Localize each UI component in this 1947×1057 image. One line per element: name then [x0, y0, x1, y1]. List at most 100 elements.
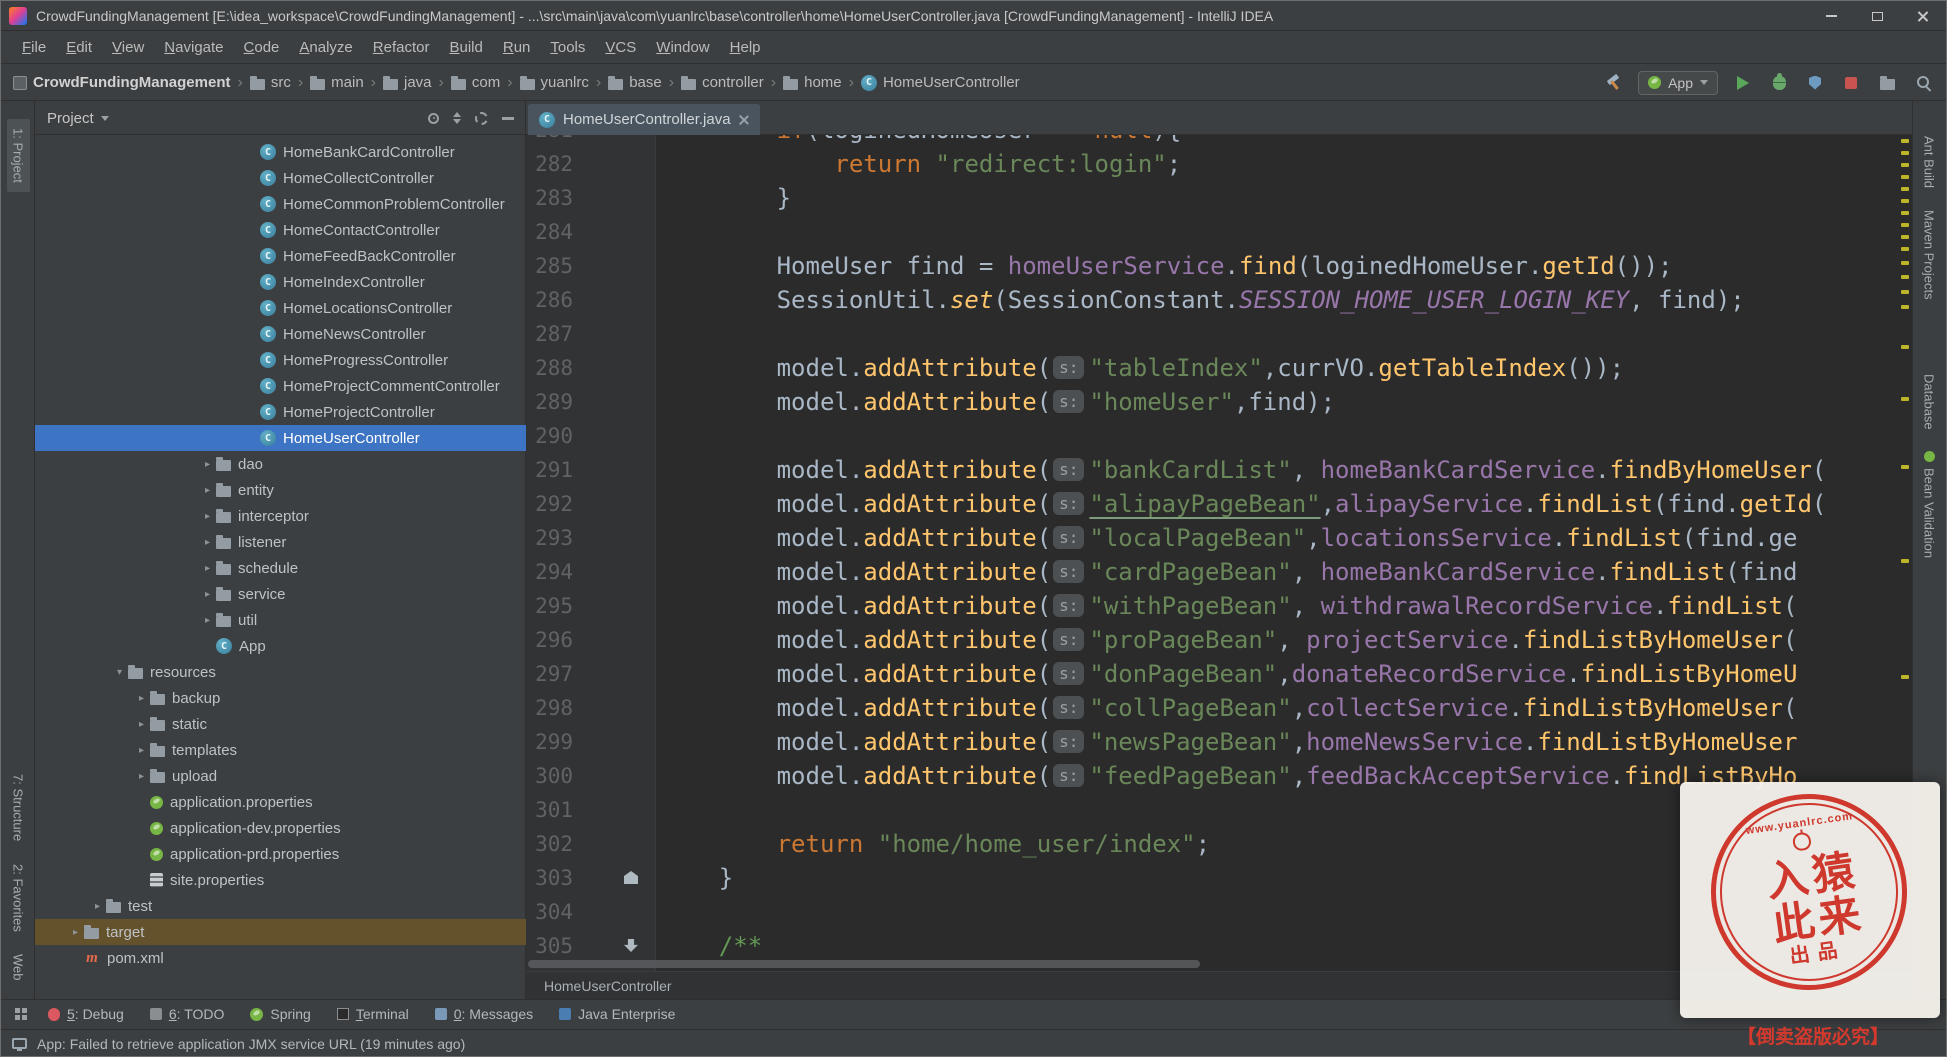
breadcrumb-base[interactable]: base	[608, 74, 662, 91]
locate-file-icon[interactable]	[428, 112, 439, 124]
line-number[interactable]: 285	[526, 249, 582, 283]
maximize-button[interactable]	[1854, 1, 1900, 31]
sort-icon[interactable]	[453, 112, 461, 124]
toolwindow-tab-web[interactable]: Web	[7, 945, 30, 990]
breadcrumb-main[interactable]: main	[310, 74, 364, 91]
tree-item-homecollectcontroller[interactable]: HomeCollectController	[35, 165, 526, 191]
tree-item-resources[interactable]: ▾ resources	[35, 659, 526, 685]
line-number[interactable]: 298	[526, 691, 582, 725]
code-line-281[interactable]: 281 if(loginedHomeUser == null){	[526, 135, 1912, 147]
line-number[interactable]: 288	[526, 351, 582, 385]
line-number[interactable]: 284	[526, 215, 582, 249]
line-number[interactable]: 283	[526, 181, 582, 215]
coverage-button[interactable]	[1804, 72, 1826, 94]
tree-item-homelocationscontroller[interactable]: HomeLocationsController	[35, 295, 526, 321]
breadcrumb-controller[interactable]: controller	[681, 74, 764, 91]
line-number[interactable]: 287	[526, 317, 582, 351]
close-button[interactable]	[1900, 1, 1946, 31]
tree-item-backup[interactable]: ▸ backup	[35, 685, 526, 711]
tree-item-upload[interactable]: ▸ upload	[35, 763, 526, 789]
breadcrumb-yuanlrc[interactable]: yuanlrc	[519, 74, 589, 91]
line-number[interactable]: 292	[526, 487, 582, 521]
toolwindow-tab-ant-build[interactable]: Ant Build	[1918, 127, 1941, 197]
tree-item-homeprojectcommentcontroller[interactable]: HomeProjectCommentController	[35, 373, 526, 399]
toolwindow-button-0-messages[interactable]: 0: Messages	[425, 1003, 543, 1025]
tree-item-util[interactable]: ▸ util	[35, 607, 526, 633]
code-line-291[interactable]: 291 model.addAttribute(s: "bankCardList",…	[526, 453, 1912, 487]
code-line-286[interactable]: 286 SessionUtil.set(SessionConstant.SESS…	[526, 283, 1912, 317]
code-line-299[interactable]: 299 model.addAttribute(s: "newsPageBean",…	[526, 725, 1912, 759]
breadcrumb-com[interactable]: com	[450, 74, 500, 91]
menu-file[interactable]: File	[13, 35, 55, 60]
menu-tools[interactable]: Tools	[541, 35, 594, 60]
line-number[interactable]: 282	[526, 147, 582, 181]
project-panel-title[interactable]: Project	[47, 110, 94, 127]
code-line-298[interactable]: 298 model.addAttribute(s: "collPageBean",…	[526, 691, 1912, 725]
tree-item-homecontactcontroller[interactable]: HomeContactController	[35, 217, 526, 243]
close-tab-icon[interactable]	[739, 115, 749, 125]
menu-navigate[interactable]: Navigate	[155, 35, 232, 60]
run-button[interactable]	[1732, 72, 1754, 94]
line-number[interactable]: 296	[526, 623, 582, 657]
tree-item-homeprogresscontroller[interactable]: HomeProgressController	[35, 347, 526, 373]
fold-marker-icon[interactable]	[624, 939, 638, 952]
tree-item-homefeedbackcontroller[interactable]: HomeFeedBackController	[35, 243, 526, 269]
line-number[interactable]: 301	[526, 793, 582, 827]
line-number[interactable]: 291	[526, 453, 582, 487]
toolwindow-button-terminal[interactable]: Terminal	[327, 1003, 419, 1025]
tree-item-dao[interactable]: ▸ dao	[35, 451, 526, 477]
line-number[interactable]: 300	[526, 759, 582, 793]
debug-button[interactable]	[1768, 72, 1790, 94]
tree-item-homebankcardcontroller[interactable]: HomeBankCardController	[35, 139, 526, 165]
toolwindow-grid-icon[interactable]	[15, 1008, 20, 1013]
line-number[interactable]: 293	[526, 521, 582, 555]
tree-item-interceptor[interactable]: ▸ interceptor	[35, 503, 526, 529]
build-hammer-button[interactable]	[1602, 72, 1624, 94]
toolwindow-tab-2-favorites[interactable]: 2: Favorites	[7, 855, 30, 941]
tree-item-listener[interactable]: ▸ listener	[35, 529, 526, 555]
tree-item-service[interactable]: ▸ service	[35, 581, 526, 607]
code-line-295[interactable]: 295 model.addAttribute(s: "withPageBean",…	[526, 589, 1912, 623]
code-line-290[interactable]: 290	[526, 419, 1912, 453]
toolwindow-tab-1-project[interactable]: 1: Project	[6, 119, 30, 192]
code-line-282[interactable]: 282 return "redirect:login";	[526, 147, 1912, 181]
toolwindow-tab-database[interactable]: Database	[1918, 365, 1941, 439]
toolwindow-tab-7-structure[interactable]: 7: Structure	[7, 765, 30, 850]
hide-panel-icon[interactable]	[502, 116, 514, 120]
menu-code[interactable]: Code	[235, 35, 289, 60]
settings-gear-icon[interactable]	[475, 111, 488, 125]
code-line-293[interactable]: 293 model.addAttribute(s: "localPageBean"…	[526, 521, 1912, 555]
menu-vcs[interactable]: VCS	[596, 35, 645, 60]
tree-item-homeindexcontroller[interactable]: HomeIndexController	[35, 269, 526, 295]
editor-tab-homeusercontroller[interactable]: HomeUserController.java	[528, 104, 760, 135]
scrollbar-thumb[interactable]	[528, 960, 1200, 968]
breadcrumb-home[interactable]: home	[783, 74, 842, 91]
tree-item-application-dev-properties[interactable]: application-dev.properties	[35, 815, 526, 841]
line-number[interactable]: 304	[526, 895, 582, 929]
tree-item-static[interactable]: ▸ static	[35, 711, 526, 737]
code-line-297[interactable]: 297 model.addAttribute(s: "donPageBean",d…	[526, 657, 1912, 691]
project-folder-button[interactable]	[1876, 72, 1898, 94]
line-number[interactable]: 295	[526, 589, 582, 623]
tree-item-schedule[interactable]: ▸ schedule	[35, 555, 526, 581]
toolwindow-button-spring[interactable]: Spring	[240, 1003, 320, 1025]
tree-item-application-properties[interactable]: application.properties	[35, 789, 526, 815]
toolwindow-button-5-debug[interactable]: 5: Debug	[38, 1003, 134, 1025]
minimize-button[interactable]	[1808, 1, 1854, 31]
menu-refactor[interactable]: Refactor	[364, 35, 439, 60]
menu-run[interactable]: Run	[494, 35, 540, 60]
tree-item-pom-xml[interactable]: pom.xml	[35, 945, 526, 971]
breadcrumb-homeusercontroller[interactable]: HomeUserController	[860, 74, 1020, 91]
code-line-285[interactable]: 285 HomeUser find = homeUserService.find…	[526, 249, 1912, 283]
tree-item-templates[interactable]: ▸ templates	[35, 737, 526, 763]
stop-button[interactable]	[1840, 72, 1862, 94]
breadcrumb-java[interactable]: java	[383, 74, 432, 91]
run-config-combo[interactable]: App	[1638, 70, 1718, 95]
code-line-292[interactable]: 292 model.addAttribute(s: "alipayPageBean…	[526, 487, 1912, 521]
breadcrumb-src[interactable]: src	[249, 74, 291, 91]
tree-item-target[interactable]: ▸ target	[35, 919, 526, 945]
code-line-296[interactable]: 296 model.addAttribute(s: "proPageBean", …	[526, 623, 1912, 657]
menu-build[interactable]: Build	[440, 35, 491, 60]
tree-item-entity[interactable]: ▸ entity	[35, 477, 526, 503]
menu-edit[interactable]: Edit	[57, 35, 101, 60]
